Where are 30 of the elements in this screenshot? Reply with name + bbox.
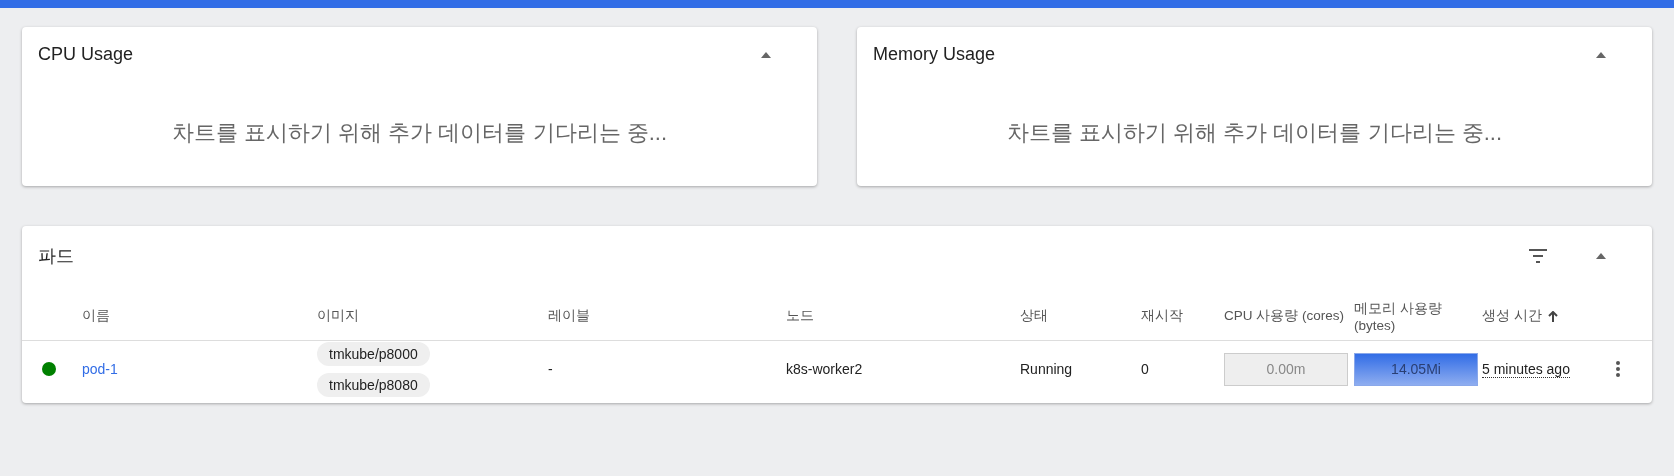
column-header[interactable]: 상태 bbox=[1020, 307, 1048, 325]
column-header[interactable]: 이미지 bbox=[317, 307, 359, 325]
card-title: Memory Usage bbox=[873, 44, 996, 65]
card-title: CPU Usage bbox=[38, 44, 134, 65]
caret-up-icon bbox=[1596, 253, 1606, 259]
waiting-message: 차트를 표시하기 위해 추가 데이터를 기다리는 중... bbox=[1007, 120, 1502, 145]
image-chip: tmkube/p8080 bbox=[317, 372, 430, 397]
column-header[interactable]: 레이블 bbox=[548, 307, 590, 325]
created-time: 5 minutes ago bbox=[1482, 360, 1570, 378]
card-title: 파드 bbox=[38, 245, 74, 268]
pod-link[interactable]: pod-1 bbox=[82, 361, 118, 377]
table-cell: - bbox=[548, 361, 553, 377]
sort-arrow-icon[interactable] bbox=[1547, 310, 1558, 322]
usage-value: 14.05Mi bbox=[1391, 361, 1441, 377]
more-vertical-icon bbox=[1616, 361, 1620, 377]
caret-up-icon bbox=[1596, 51, 1606, 58]
usage-value: 0.00m bbox=[1266, 361, 1306, 377]
table-cell: 0 bbox=[1141, 361, 1149, 377]
column-header[interactable]: 메모리 사용량 (bytes) bbox=[1354, 299, 1476, 333]
filter-icon bbox=[1528, 249, 1548, 263]
column-header[interactable]: 노드 bbox=[786, 307, 814, 325]
column-header[interactable]: 재시작 bbox=[1141, 307, 1183, 325]
caret-up-icon bbox=[761, 51, 771, 58]
waiting-message: 차트를 표시하기 위해 추가 데이터를 기다리는 중... bbox=[172, 120, 667, 145]
column-header[interactable]: CPU 사용량 (cores) bbox=[1224, 307, 1344, 325]
column-header[interactable]: 이름 bbox=[82, 307, 110, 325]
table-cell: Running bbox=[1020, 361, 1073, 377]
column-header[interactable]: 생성 시간 bbox=[1482, 307, 1542, 325]
table-cell: k8s-worker2 bbox=[786, 361, 863, 377]
image-chip: tmkube/p8000 bbox=[317, 341, 430, 366]
